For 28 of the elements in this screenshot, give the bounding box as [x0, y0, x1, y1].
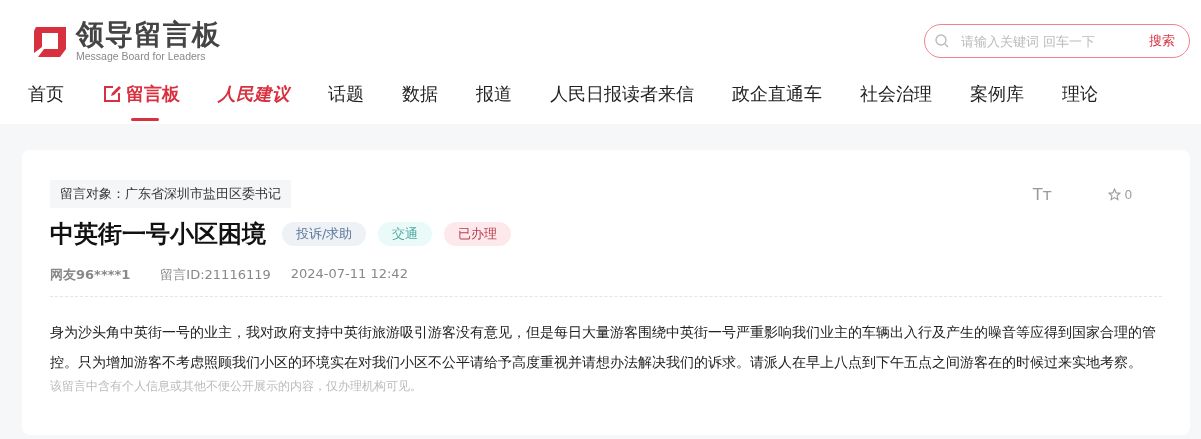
message-title: 中英街一号小区困境 — [50, 219, 266, 250]
nav-tab[interactable]: 首页 — [28, 64, 64, 124]
author-name: 网友96****1 — [50, 266, 131, 284]
search-button[interactable]: 搜索 — [1149, 32, 1175, 50]
privacy-notice: 该留言中含有个人信息或其他不便公开展示的内容，仅办理机构可见。 — [50, 379, 423, 394]
message-id: 留言ID:21116119 — [160, 266, 271, 284]
nav-tab[interactable]: 话题 — [328, 64, 364, 124]
star-icon — [1107, 187, 1121, 201]
search-icon — [935, 34, 949, 48]
nav-tab[interactable]: 案例库 — [970, 64, 1024, 124]
nav-tab[interactable]: 数据 — [402, 64, 438, 124]
category-tag: 已办理 — [444, 222, 512, 246]
recipient-label: 留言对象：广东省深圳市盐田区委书记 — [50, 180, 291, 208]
edit-icon — [102, 84, 122, 104]
nav-tab[interactable]: 留言板 — [102, 64, 180, 124]
nav-tab[interactable]: 社会治理 — [860, 64, 932, 124]
logo-subtitle: Message Board for Leaders — [76, 50, 207, 62]
category-tag: 投诉/求助 — [282, 222, 367, 246]
message-body: 身为沙头角中英街一号的业主，我对政府支持中英街旅游吸引游客没有意见，但是每日大量游客围绕中英街一号严重影响我们业主的车辆出入行及产生的噪音等应得到国家合理的管控。只为增加游客不考虑照顾我们小区的环境实在对我们小区不公平请给予高度重视并请想办法解决我们的诉求。请派人在早上八点到下午五点之间游客在的时候过来实地考察。 — [50, 323, 1157, 372]
nav-tab[interactable]: 人民建议 — [218, 64, 290, 124]
nav-tab[interactable]: 理论 — [1062, 64, 1098, 124]
nav-tab[interactable]: 报道 — [476, 64, 512, 124]
logo-title: 领导留言板 — [76, 20, 221, 50]
nav-tab[interactable]: 政企直通车 — [732, 64, 822, 124]
nav-label: 留言板 — [126, 83, 180, 106]
category-tag: 交通 — [378, 222, 433, 246]
nav-tab[interactable]: 人民日报读者来信 — [550, 64, 694, 124]
post-time: 2024-07-11 12:42 — [290, 266, 408, 283]
